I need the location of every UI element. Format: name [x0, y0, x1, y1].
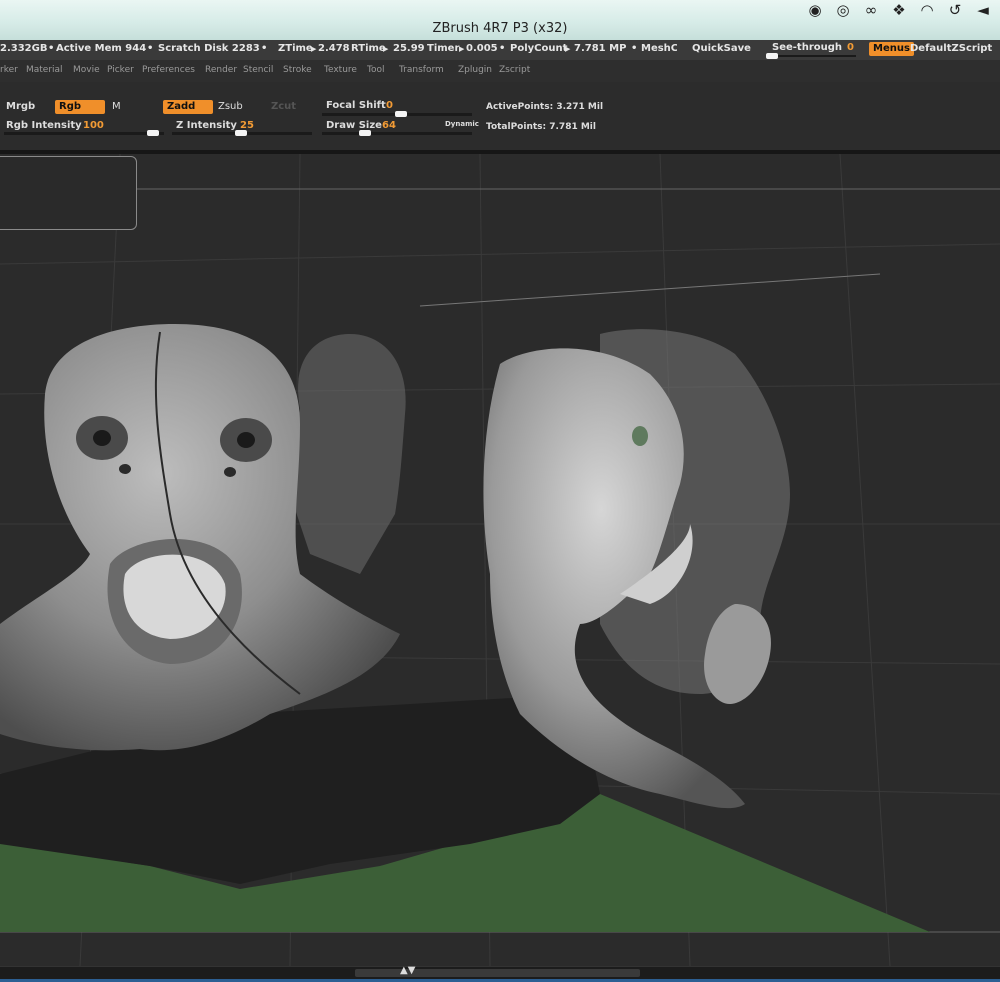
- see-through-label: See-through: [772, 42, 843, 53]
- bullet-icon: •: [499, 43, 506, 54]
- bullet-icon: •: [261, 43, 268, 54]
- slider-knob[interactable]: [359, 130, 371, 136]
- focal-shift-label: Focal Shift: [326, 100, 386, 111]
- menus-toggle[interactable]: Menus: [869, 42, 914, 56]
- zsub-button[interactable]: Zsub: [214, 100, 243, 114]
- meshcount-label: MeshCo: [641, 43, 677, 54]
- menu-item-zplugin[interactable]: Zplugin: [458, 65, 492, 75]
- menu-item-stroke[interactable]: Stroke: [283, 65, 312, 75]
- menu-item-tool[interactable]: Tool: [367, 65, 384, 75]
- polycount-label: PolyCount: [510, 43, 568, 54]
- menu-item-zscript[interactable]: Zscript: [499, 65, 530, 75]
- window-title: ZBrush 4R7 P3 (x32): [432, 21, 568, 36]
- arrow-right-icon: ▶: [459, 45, 465, 53]
- quicksave-button[interactable]: QuickSave: [692, 43, 751, 54]
- total-points-readout: TotalPoints: 7.781 Mil: [486, 122, 596, 132]
- dropbox-icon[interactable]: ❖: [890, 1, 908, 19]
- bullet-icon: •: [631, 43, 638, 54]
- ghost-head-back: [290, 334, 406, 574]
- z-intensity-label: Z Intensity: [176, 120, 237, 131]
- ztime-label: ZTime: [278, 43, 313, 54]
- nvidia-icon[interactable]: ◉: [806, 1, 824, 19]
- see-through-value: 0: [847, 42, 854, 53]
- bullet-icon: •: [48, 43, 55, 54]
- arrow-right-icon: ▶: [383, 45, 389, 53]
- slider-knob[interactable]: [235, 130, 247, 136]
- bullet-icon: •: [147, 43, 154, 54]
- viewport-scene: [0, 154, 1000, 966]
- rgb-intensity-slider[interactable]: [4, 130, 164, 136]
- menu-item-picker[interactable]: Picker: [107, 65, 134, 75]
- tray-grip[interactable]: [355, 969, 640, 977]
- slider-knob[interactable]: [147, 130, 159, 136]
- rtime-value: 25.99: [393, 43, 425, 54]
- active-points-readout: ActivePoints: 3.271 Mil: [486, 102, 604, 112]
- status-bar: 2.332GB • Active Mem 944 • Scratch Disk …: [0, 40, 1000, 60]
- draw-size-label: Draw Size: [326, 120, 382, 131]
- draw-size-value: 64: [382, 120, 396, 131]
- slider-knob[interactable]: [766, 53, 778, 59]
- default-zscript-button[interactable]: DefaultZScript: [910, 43, 992, 54]
- ztime-value: 2.478: [318, 43, 350, 54]
- arrow-right-icon: ▶: [565, 45, 571, 53]
- time-machine-icon[interactable]: ↺: [946, 1, 964, 19]
- draw-settings-shelf: Mrgb Rgb M Zadd Zsub Zcut Rgb Intensity …: [0, 82, 1000, 150]
- z-intensity-slider[interactable]: [172, 130, 312, 136]
- rtime-label: RTime: [351, 43, 386, 54]
- zcut-button[interactable]: Zcut: [267, 100, 296, 114]
- timer-label: Timer: [427, 43, 460, 54]
- menubar-status-icons: ◉ ◎ ∞ ❖ ◠ ↺ ◄: [806, 0, 992, 20]
- rgb-intensity-label: Rgb Intensity: [6, 120, 82, 131]
- sync-icon[interactable]: ◎: [834, 1, 852, 19]
- rgb-intensity-value: 100: [83, 120, 104, 131]
- main-menu-bar: rker Material Movie Picker Preferences R…: [0, 60, 1000, 82]
- polycount-value: 7.781 MP: [574, 43, 627, 54]
- timer-value: 0.005: [466, 43, 498, 54]
- menu-item-stencil[interactable]: Stencil: [243, 65, 273, 75]
- volume-icon[interactable]: ◄: [974, 1, 992, 19]
- arrow-right-icon: ▶: [311, 45, 317, 53]
- dynamic-toggle[interactable]: Dynamic: [445, 120, 479, 128]
- focal-shift-slider[interactable]: [322, 111, 472, 117]
- menu-item-marker[interactable]: rker: [0, 65, 18, 75]
- bottom-shelf: ▲▼: [0, 965, 1000, 982]
- navigation-widget-box[interactable]: [0, 156, 137, 230]
- scratch-disk-readout: Scratch Disk 2283: [158, 43, 260, 54]
- expand-tray-icon[interactable]: ▲▼: [400, 965, 415, 976]
- creative-cloud-icon[interactable]: ∞: [862, 1, 880, 19]
- window-titlebar: ◉ ◎ ∞ ❖ ◠ ↺ ◄ ZBrush 4R7 P3 (x32): [0, 0, 1000, 41]
- see-through-slider[interactable]: [766, 53, 856, 59]
- menu-item-texture[interactable]: Texture: [324, 65, 357, 75]
- mrgb-button[interactable]: Mrgb: [2, 100, 35, 114]
- active-mem-readout: Active Mem 944: [56, 43, 147, 54]
- slider-knob[interactable]: [395, 111, 407, 117]
- zadd-button[interactable]: Zadd: [163, 100, 213, 114]
- menu-item-material[interactable]: Material: [26, 65, 63, 75]
- menu-item-transform[interactable]: Transform: [399, 65, 444, 75]
- menu-item-render[interactable]: Render: [205, 65, 237, 75]
- rgb-button[interactable]: Rgb: [55, 100, 105, 114]
- m-button[interactable]: M: [108, 100, 121, 114]
- viewport-canvas[interactable]: [0, 154, 1000, 966]
- focal-shift-value: 0: [386, 100, 393, 111]
- memory-readout: 2.332GB: [0, 43, 48, 54]
- draw-size-slider[interactable]: [322, 130, 472, 136]
- menu-item-movie[interactable]: Movie: [73, 65, 100, 75]
- perspective-line: [419, 273, 881, 307]
- menu-item-preferences[interactable]: Preferences: [142, 65, 195, 75]
- wifi-icon[interactable]: ◠: [918, 1, 936, 19]
